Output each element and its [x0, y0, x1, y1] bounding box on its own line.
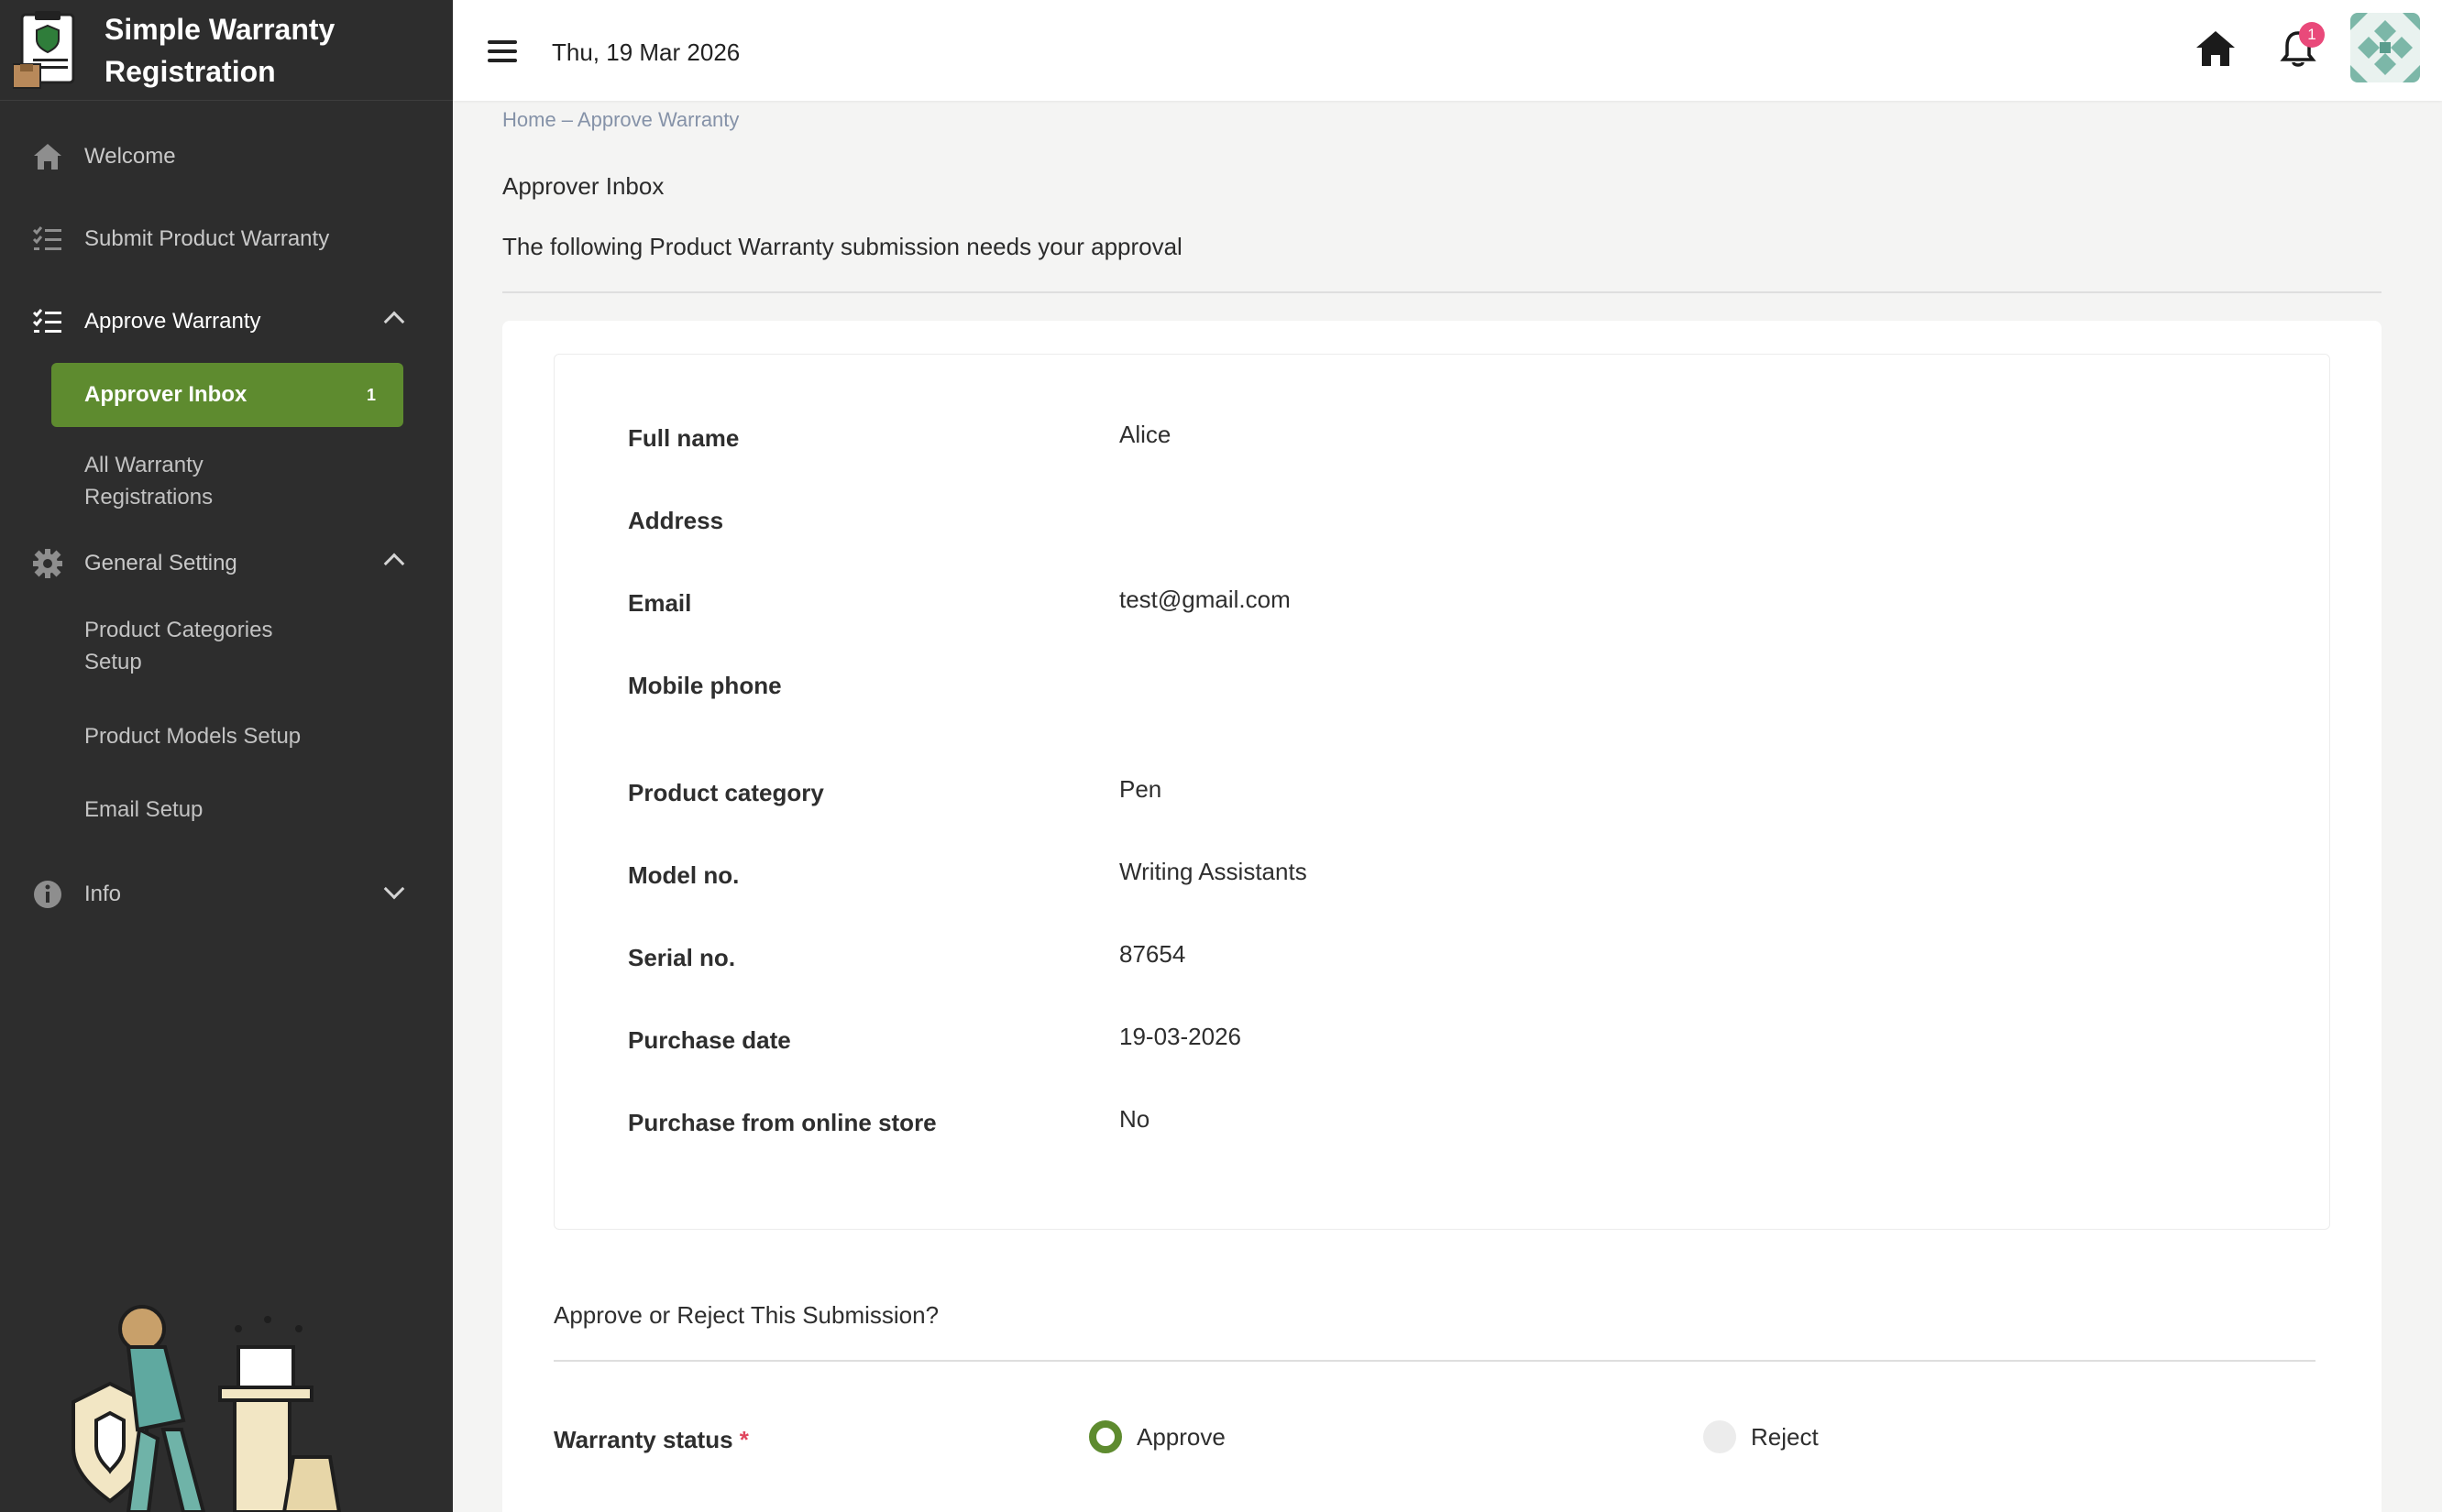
sidebar-item-product-categories[interactable]: Product Categories Setup [0, 614, 453, 678]
sidebar-item-info[interactable]: Info [0, 853, 453, 936]
detail-label: Serial no. [628, 944, 736, 971]
detail-value: Writing Assistants [1119, 858, 1307, 885]
home-icon [29, 138, 66, 175]
app-logo-icon [12, 10, 79, 90]
detail-label: Mobile phone [628, 672, 782, 699]
topbar: Thu, 19 Mar 2026 1 [453, 0, 2442, 101]
detail-label: Purchase date [628, 1026, 791, 1054]
detail-value: Pen [1119, 775, 1162, 803]
sidebar-item-email-setup[interactable]: Email Setup [0, 794, 453, 826]
approve-radio[interactable] [1089, 1420, 1122, 1453]
chevron-up-icon[interactable] [383, 311, 405, 333]
detail-value: Alice [1119, 421, 1172, 448]
checklist-icon [29, 303, 66, 340]
page-subtitle: The following Product Warranty submissio… [502, 233, 1182, 260]
home-icon[interactable] [2193, 26, 2238, 71]
reject-radio[interactable] [1703, 1420, 1736, 1453]
app-title-line-1: Simple Warranty [104, 12, 336, 46]
app-title-line-2: Registration [104, 54, 276, 88]
notification-badge: 1 [2299, 22, 2325, 48]
radio-label: Approve [1137, 1422, 1226, 1451]
approve-radio-option[interactable]: Approve [1089, 1420, 1226, 1453]
sidebar-item-product-models[interactable]: Product Models Setup [0, 720, 453, 752]
detail-label: Email [628, 589, 692, 617]
checklist-icon [29, 221, 66, 257]
sidebar-item-label: Approver Inbox [84, 382, 248, 407]
warranty-status-label-text: Warranty status [554, 1426, 733, 1453]
sidebar-item-label: Email Setup [84, 797, 204, 822]
detail-label: Full name [628, 424, 740, 452]
info-icon [29, 876, 66, 913]
brand: Simple Warranty Registration [0, 0, 453, 101]
sidebar-item-label: Info [84, 882, 122, 906]
detail-value: 87654 [1119, 940, 1186, 968]
sidebar-item-label: Welcome [84, 144, 176, 169]
sidebar-item-general-setting[interactable]: General Setting [0, 522, 453, 605]
detail-label: Address [628, 507, 724, 534]
avatar[interactable] [2350, 13, 2420, 82]
sidebar-item-welcome[interactable]: Welcome [0, 115, 453, 198]
reject-radio-option[interactable]: Reject [1703, 1420, 1819, 1453]
sidebar-item-label: General Setting [84, 551, 237, 575]
detail-label: Model no. [628, 861, 740, 889]
page-title: Approver Inbox [502, 172, 665, 200]
detail-label: Product category [628, 779, 824, 806]
breadcrumb[interactable]: Home – Approve Warranty [502, 108, 739, 132]
detail-value: No [1119, 1105, 1150, 1133]
decision-title: Approve or Reject This Submission? [554, 1301, 940, 1329]
detail-label: Purchase from online store [628, 1109, 937, 1136]
gear-icon [29, 545, 66, 582]
divider [554, 1360, 2316, 1362]
chevron-up-icon[interactable] [383, 553, 405, 575]
sidebar-item-submit-warranty[interactable]: Submit Product Warranty [0, 198, 453, 280]
submission-details: Full name Alice Address Email test@gmail… [554, 354, 2330, 1230]
required-marker: * [739, 1426, 749, 1453]
app-title: Simple Warranty Registration [104, 8, 335, 93]
sidebar-illustration [55, 1292, 367, 1512]
warranty-status-label: Warranty status * [554, 1426, 749, 1454]
sidebar-item-label: Approve Warranty [84, 309, 261, 334]
sidebar-item-approver-inbox[interactable]: Approver Inbox 1 [51, 363, 403, 427]
sidebar-item-label: Registrations [84, 485, 214, 509]
sidebar-item-label: Submit Product Warranty [84, 226, 330, 251]
sidebar: Simple Warranty Registration Welcome Sub… [0, 0, 453, 1512]
detail-value: 19-03-2026 [1119, 1023, 1241, 1050]
sidebar-item-approve-warranty[interactable]: Approve Warranty [0, 280, 453, 363]
detail-value: test@gmail.com [1119, 586, 1291, 613]
sidebar-nav: Welcome Submit Product Warranty Approve … [0, 101, 453, 936]
sidebar-item-label: All Warranty [84, 453, 204, 477]
divider [502, 291, 2382, 293]
sidebar-item-all-registrations[interactable]: All Warranty Registrations [0, 449, 453, 513]
inbox-count-badge: 1 [366, 385, 376, 404]
sidebar-item-label: Product Models Setup [84, 724, 302, 749]
chevron-down-icon[interactable] [383, 878, 405, 900]
current-date: Thu, 19 Mar 2026 [552, 38, 741, 66]
sidebar-item-label: Setup [84, 650, 142, 674]
approval-card: Full name Alice Address Email test@gmail… [502, 321, 2382, 1512]
menu-toggle-icon[interactable] [488, 40, 517, 62]
radio-label: Reject [1751, 1422, 1819, 1451]
sidebar-item-label: Product Categories [84, 618, 273, 642]
